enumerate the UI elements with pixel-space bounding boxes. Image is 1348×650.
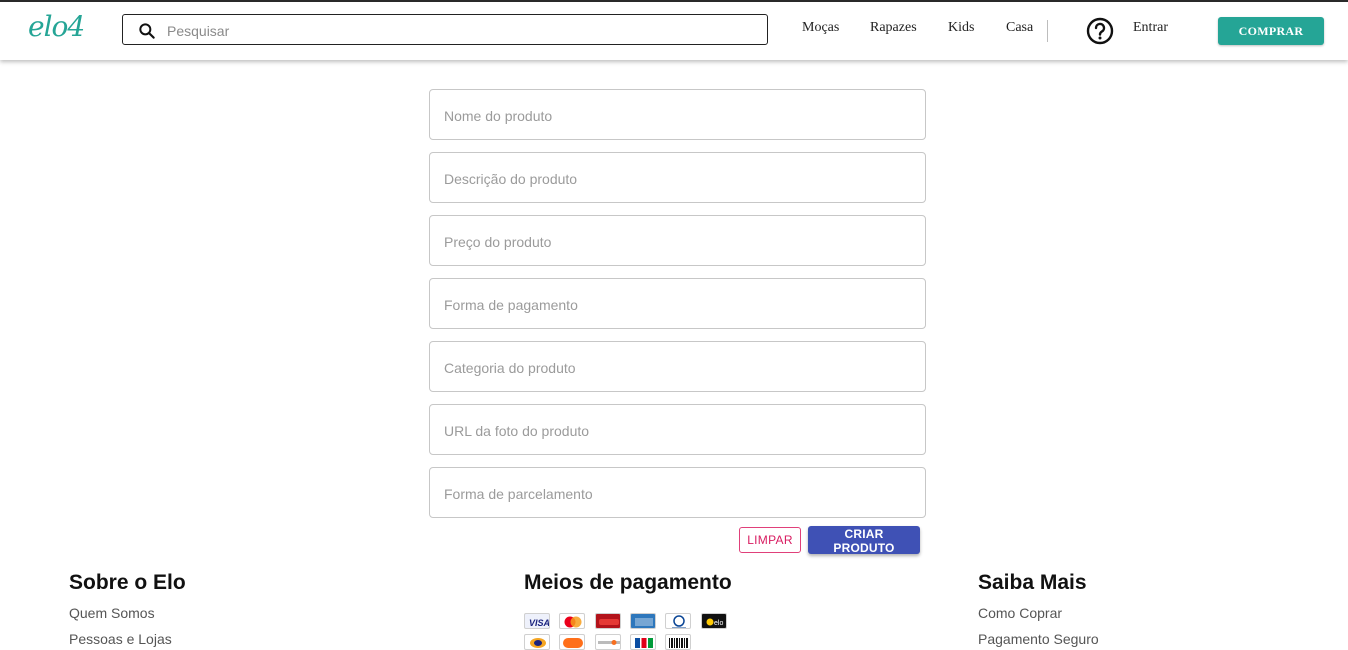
product-price-input[interactable] — [442, 230, 916, 254]
product-name-input[interactable] — [442, 104, 916, 128]
nav-link-kids[interactable]: Kids — [948, 20, 974, 36]
hipercard-icon — [595, 613, 621, 629]
logo[interactable]: elo4 — [28, 10, 85, 43]
footer-link-how-to-buy[interactable]: Como Coprar — [978, 605, 1062, 621]
create-product-button[interactable]: CRIAR PRODUTO — [808, 526, 920, 555]
nav-link-mocas[interactable]: Moças — [802, 20, 839, 36]
nav-link-rapazes[interactable]: Rapazes — [870, 20, 917, 36]
product-name-field[interactable] — [429, 89, 926, 140]
payment-icons: VISA elo — [524, 613, 734, 650]
footer-about-title: Sobre o Elo — [69, 571, 186, 594]
product-price-field[interactable] — [429, 215, 926, 266]
clear-button[interactable]: LIMPAR — [739, 527, 801, 553]
footer-link-secure-payment[interactable]: Pagamento Seguro — [978, 631, 1099, 647]
search-input[interactable] — [165, 19, 749, 43]
elo-card-icon: elo — [701, 613, 727, 629]
product-photo-url-field[interactable] — [429, 404, 926, 455]
amex-icon — [630, 613, 656, 629]
login-link[interactable]: Entrar — [1133, 20, 1168, 36]
nav-divider — [1047, 20, 1048, 42]
diners-icon — [665, 613, 691, 629]
buy-button[interactable]: COMPRAR — [1218, 17, 1324, 45]
search-box[interactable] — [122, 14, 768, 45]
search-icon[interactable] — [137, 21, 157, 41]
product-description-input[interactable] — [442, 167, 916, 191]
payment-method-input[interactable] — [442, 293, 916, 317]
site-header: elo4 Moças Rapazes Kids Casa Entrar COMP… — [0, 2, 1348, 60]
footer-more-title: Saiba Mais — [978, 571, 1087, 594]
installments-field[interactable] — [429, 467, 926, 518]
svg-text:VISA: VISA — [529, 618, 550, 628]
product-photo-url-input[interactable] — [442, 419, 916, 443]
footer-payment-title: Meios de pagamento — [524, 571, 732, 594]
product-description-field[interactable] — [429, 152, 926, 203]
mastercard-icon — [559, 613, 585, 629]
help-icon[interactable] — [1086, 17, 1114, 45]
installments-input[interactable] — [442, 482, 916, 506]
payment-method-field[interactable] — [429, 278, 926, 329]
footer-link-about-us[interactable]: Quem Somos — [69, 605, 155, 621]
nav-link-casa[interactable]: Casa — [1006, 20, 1033, 36]
footer-link-people-stores[interactable]: Pessoas e Lojas — [69, 631, 172, 647]
visa-icon: VISA — [524, 613, 550, 629]
product-category-input[interactable] — [442, 356, 916, 380]
svg-text:elo: elo — [714, 620, 723, 627]
product-category-field[interactable] — [429, 341, 926, 392]
